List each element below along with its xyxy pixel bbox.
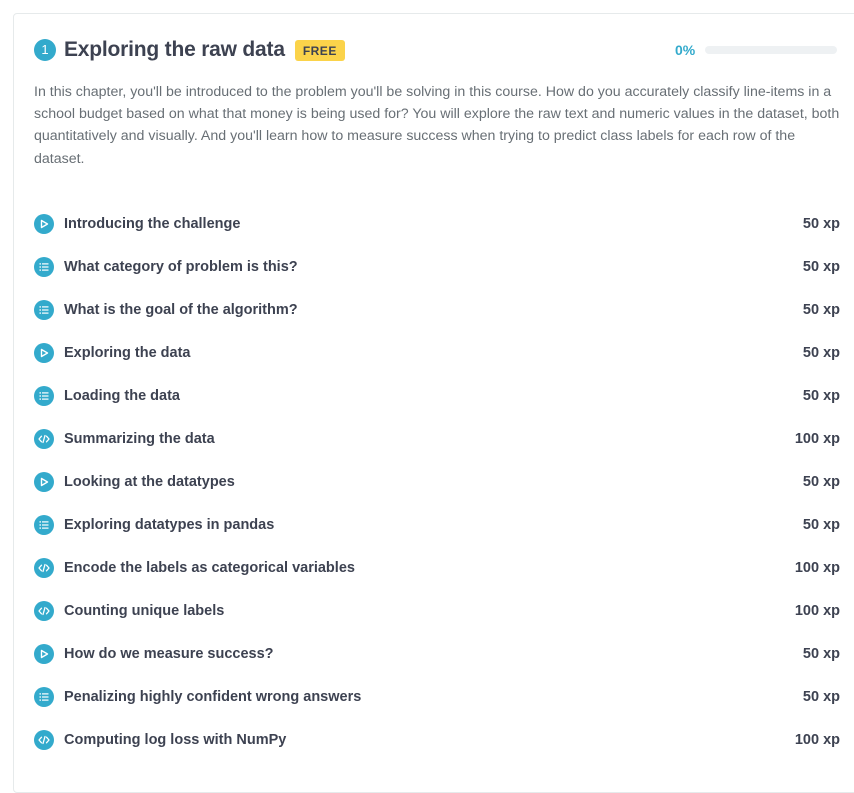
exercise-xp: 50 xp bbox=[802, 688, 840, 705]
exercise-list: Introducing the challenge 50 xp What cat… bbox=[34, 202, 840, 761]
exercise-title: Counting unique labels bbox=[64, 602, 225, 619]
chapter-progress: 0% bbox=[675, 42, 837, 58]
exercise-xp: 50 xp bbox=[802, 387, 840, 404]
exercise-title: Computing log loss with NumPy bbox=[64, 731, 287, 748]
exercise-xp: 50 xp bbox=[802, 645, 840, 662]
exercise-xp: 50 xp bbox=[802, 301, 840, 318]
exercise-item[interactable]: Exploring the data 50 xp bbox=[34, 331, 840, 374]
exercise-xp: 50 xp bbox=[802, 258, 840, 275]
exercise-title: Exploring datatypes in pandas bbox=[64, 516, 275, 533]
code-icon bbox=[34, 557, 54, 578]
exercise-item[interactable]: Looking at the datatypes 50 xp bbox=[34, 460, 840, 503]
exercise-item[interactable]: What is the goal of the algorithm? 50 xp bbox=[34, 288, 840, 331]
exercise-xp: 100 xp bbox=[794, 430, 840, 447]
free-badge: FREE bbox=[294, 39, 345, 61]
list-icon bbox=[34, 385, 54, 406]
exercise-title: Looking at the datatypes bbox=[64, 473, 235, 490]
play-icon bbox=[34, 643, 54, 664]
exercise-item[interactable]: Counting unique labels 100 xp bbox=[34, 589, 840, 632]
exercise-title: Loading the data bbox=[64, 387, 180, 404]
list-icon bbox=[34, 256, 54, 277]
exercise-xp: 50 xp bbox=[802, 344, 840, 361]
list-icon bbox=[34, 299, 54, 320]
exercise-xp: 50 xp bbox=[802, 473, 840, 490]
exercise-title: Introducing the challenge bbox=[64, 215, 241, 232]
code-icon bbox=[34, 600, 54, 621]
exercise-item[interactable]: What category of problem is this? 50 xp bbox=[34, 245, 840, 288]
exercise-item[interactable]: Penalizing highly confident wrong answer… bbox=[34, 675, 840, 718]
exercise-item[interactable]: Loading the data 50 xp bbox=[34, 374, 840, 417]
play-icon bbox=[34, 342, 54, 363]
exercise-title: Summarizing the data bbox=[64, 430, 215, 447]
chapter-header: 1 Exploring the raw data FREE bbox=[34, 36, 345, 64]
code-icon bbox=[34, 428, 54, 449]
exercise-title: Penalizing highly confident wrong answer… bbox=[64, 688, 362, 705]
exercise-xp: 100 xp bbox=[794, 731, 840, 748]
exercise-item[interactable]: How do we measure success? 50 xp bbox=[34, 632, 840, 675]
exercise-xp: 100 xp bbox=[794, 559, 840, 576]
exercise-xp: 100 xp bbox=[794, 602, 840, 619]
chapter-title[interactable]: Exploring the raw data bbox=[64, 38, 285, 62]
chapter-number-badge: 1 bbox=[34, 39, 56, 61]
play-icon bbox=[34, 471, 54, 492]
exercise-title: Encode the labels as categorical variabl… bbox=[64, 559, 355, 576]
progress-bar bbox=[705, 46, 837, 54]
exercise-item[interactable]: Computing log loss with NumPy 100 xp bbox=[34, 718, 840, 761]
exercise-item[interactable]: Exploring datatypes in pandas 50 xp bbox=[34, 503, 840, 546]
exercise-item[interactable]: Encode the labels as categorical variabl… bbox=[34, 546, 840, 589]
play-icon bbox=[34, 213, 54, 234]
exercise-title: What category of problem is this? bbox=[64, 258, 298, 275]
list-icon bbox=[34, 514, 54, 535]
exercise-item[interactable]: Introducing the challenge 50 xp bbox=[34, 202, 840, 245]
exercise-xp: 50 xp bbox=[802, 215, 840, 232]
exercise-title: Exploring the data bbox=[64, 344, 191, 361]
exercise-xp: 50 xp bbox=[802, 516, 840, 533]
chapter-card: 1 Exploring the raw data FREE 0% In this… bbox=[13, 13, 854, 793]
chapter-description: In this chapter, you'll be introduced to… bbox=[34, 84, 840, 167]
exercise-title: What is the goal of the algorithm? bbox=[64, 301, 298, 318]
list-icon bbox=[34, 686, 54, 707]
code-icon bbox=[34, 729, 54, 750]
exercise-title: How do we measure success? bbox=[64, 645, 274, 662]
exercise-item[interactable]: Summarizing the data 100 xp bbox=[34, 417, 840, 460]
progress-label: 0% bbox=[675, 42, 696, 58]
